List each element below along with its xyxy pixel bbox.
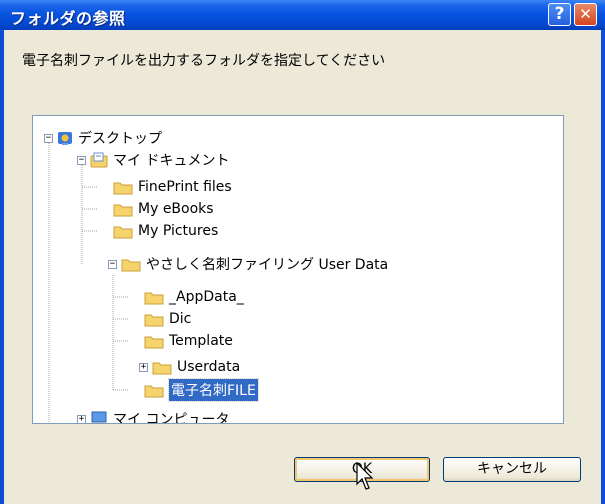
tree-node-template[interactable]: Template: [144, 330, 233, 352]
my-computer-icon: [91, 411, 107, 423]
tree-node-dic[interactable]: Dic: [144, 308, 191, 330]
tree-node-my-computer[interactable]: + マイ コンピュータ: [77, 408, 230, 424]
close-icon: ✕: [579, 5, 592, 23]
mouse-cursor-icon: [356, 462, 374, 490]
collapse-icon[interactable]: −: [77, 155, 86, 165]
tree-node-appdata[interactable]: _AppData_: [144, 286, 244, 308]
folder-tree[interactable]: − デスクトップ − マイ ドキュメント FinePrint files My …: [32, 115, 564, 424]
help-icon: ?: [554, 4, 565, 24]
instruction-text: 電子名刺ファイルを出力するフォルダを指定してください: [22, 53, 386, 69]
tree-label-my-documents: マイ ドキュメント: [113, 153, 230, 169]
folder-icon: [144, 314, 164, 327]
expand-icon[interactable]: +: [139, 362, 148, 372]
folder-icon: [113, 182, 133, 195]
help-button[interactable]: ?: [548, 3, 571, 26]
folder-icon: [144, 292, 164, 305]
title-bar[interactable]: フォルダの参照 ? ✕: [0, 0, 605, 30]
tree-label-fineprint: FinePrint files: [138, 179, 232, 195]
folder-icon: [144, 336, 164, 349]
cancel-button[interactable]: キャンセル: [443, 457, 581, 482]
tree-node-yasashiku[interactable]: − やさしく名刺ファイリング User Data: [108, 253, 388, 275]
folder-open-icon: [121, 259, 141, 272]
my-documents-icon: [90, 152, 108, 168]
tree-node-userdata[interactable]: + Userdata: [139, 356, 240, 378]
tree-label-yasashiku: やさしく名刺ファイリング User Data: [146, 257, 389, 273]
desktop-icon: [58, 132, 72, 145]
folder-icon: [113, 204, 133, 217]
tree-label-my-ebooks: My eBooks: [138, 201, 214, 217]
tree-label-desktop: デスクトップ: [78, 131, 162, 147]
collapse-icon[interactable]: −: [44, 133, 53, 143]
window-title: フォルダの参照: [10, 9, 126, 28]
folder-open-icon: [144, 385, 164, 398]
expand-icon[interactable]: +: [77, 414, 86, 423]
collapse-icon[interactable]: −: [108, 259, 117, 269]
tree-label-template: Template: [169, 333, 233, 349]
tree-label-dic: Dic: [169, 311, 192, 327]
tree-node-my-documents[interactable]: − マイ ドキュメント: [77, 149, 229, 171]
folder-icon: [152, 362, 172, 375]
tree-node-denshi-meishi[interactable]: 電子名刺FILE: [144, 378, 259, 402]
tree-node-desktop[interactable]: − デスクトップ: [44, 127, 162, 149]
tree-node-fineprint[interactable]: FinePrint files: [113, 176, 232, 198]
tree-label-denshi-meishi: 電子名刺FILE: [168, 378, 259, 402]
tree-label-my-pictures: My Pictures: [138, 223, 219, 239]
tree-label-appdata: _AppData_: [169, 289, 244, 305]
tree-label-my-computer: マイ コンピュータ: [113, 412, 230, 424]
browse-folder-dialog: フォルダの参照 ? ✕ 電子名刺ファイルを出力するフォルダを指定してください −: [0, 0, 605, 504]
tree-label-userdata: Userdata: [177, 359, 241, 375]
tree-node-my-ebooks[interactable]: My eBooks: [113, 198, 214, 220]
close-button[interactable]: ✕: [574, 3, 597, 26]
tree-node-my-pictures[interactable]: My Pictures: [113, 220, 218, 242]
folder-icon: [113, 226, 133, 239]
